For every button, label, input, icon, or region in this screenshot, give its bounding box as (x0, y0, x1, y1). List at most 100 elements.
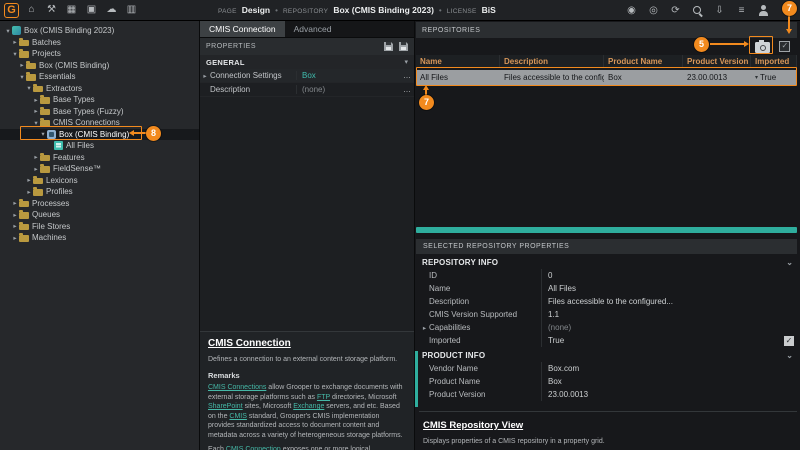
repo-table-row[interactable]: All FilesFiles accessible to the configu… (416, 70, 797, 85)
topbar-right-icons: ◉ ◎ ⟳ ⇩ ≡ (625, 2, 770, 19)
column-header-imported[interactable]: Imported (751, 55, 797, 67)
tree-expand-icon[interactable]: ▸ (11, 211, 19, 219)
grid-row-imported[interactable]: ImportedTrue✓ (420, 334, 797, 347)
repository-value[interactable]: Box (CMIS Binding 2023) (333, 5, 434, 15)
tree-item-profiles[interactable]: ▸Profiles (0, 186, 199, 198)
ellipsis-button[interactable]: … (400, 71, 414, 80)
tree-item-label: Base Types (Fuzzy) (53, 107, 124, 116)
tree-collapse-icon[interactable]: ▾ (4, 27, 12, 35)
tab-cmis-connection[interactable]: CMIS Connection (200, 21, 285, 37)
stop-icon[interactable]: ◎ (647, 3, 660, 19)
tree-expand-icon[interactable]: ▸ (11, 234, 19, 242)
tree-item-machines[interactable]: ▸Machines (0, 232, 199, 244)
vertical-scrollbar-thumb[interactable] (415, 351, 418, 407)
run-icon[interactable]: ◉ (625, 3, 638, 19)
help-link[interactable]: CMIS (229, 413, 247, 420)
tree-item-all-files[interactable]: All Files (0, 140, 199, 152)
home-icon[interactable]: ⌂ (25, 2, 38, 18)
collapse-general-icon[interactable]: ▾ (404, 58, 408, 66)
tree-item-cmis-connections[interactable]: ▾CMIS Connections (0, 117, 199, 129)
help-link[interactable]: CMIS Connection (226, 446, 281, 450)
grid-row-name[interactable]: NameAll Files (420, 282, 797, 295)
group-header-repository-info[interactable]: REPOSITORY INFO⌄ (420, 256, 797, 269)
search-icon[interactable] (691, 3, 704, 19)
column-header-description[interactable]: Description (500, 55, 604, 67)
tree-item-box-cmis-binding-2023[interactable]: ▾Box (CMIS Binding 2023) (0, 25, 199, 37)
help-link[interactable]: Exchange (293, 403, 324, 410)
refresh-icon[interactable]: ⟳ (669, 3, 682, 19)
help-link[interactable]: SharePoint (208, 403, 243, 410)
collapse-icon[interactable]: ⌄ (786, 351, 793, 360)
save-icon[interactable] (384, 42, 393, 51)
grid-row-id[interactable]: ID0 (420, 269, 797, 282)
tree-item-base-types[interactable]: ▸Base Types (0, 94, 199, 106)
page-value[interactable]: Design (242, 5, 270, 15)
topbar-left-icons: ⌂ ⚒ ▦ ▣ ☁ ▥ (25, 2, 138, 18)
grid-row-vendor-name[interactable]: Vendor NameBox.com (420, 362, 797, 375)
tools-icon[interactable]: ⚒ (45, 2, 58, 18)
tree-item-batches[interactable]: ▸Batches (0, 37, 199, 49)
grid-row-product-name[interactable]: Product NameBox (420, 375, 797, 388)
tree-collapse-icon[interactable]: ▾ (11, 50, 19, 58)
help-link[interactable]: FTP (317, 394, 330, 401)
download-icon[interactable]: ⇩ (713, 3, 726, 19)
grooper-logo-icon[interactable]: G (4, 3, 19, 18)
save-all-icon[interactable] (399, 42, 408, 51)
user-icon[interactable] (757, 3, 770, 19)
property-row-connection-settings[interactable]: ▸Connection SettingsBox… (200, 69, 414, 83)
tree-expand-icon[interactable]: ▸ (11, 222, 19, 230)
tree-collapse-icon[interactable]: ▾ (25, 84, 33, 92)
help-link[interactable]: CMIS Connections (208, 384, 266, 391)
grid-row-capabilities[interactable]: ▸Capabilities(none) (420, 321, 797, 334)
expand-icon[interactable]: ▸ (420, 324, 429, 332)
cloud-icon[interactable]: ☁ (105, 2, 118, 18)
tree-item-extractors[interactable]: ▾Extractors (0, 83, 199, 95)
tree-expand-icon[interactable]: ▸ (11, 38, 19, 46)
tree-collapse-icon[interactable]: ▾ (18, 73, 26, 81)
tree-item-projects[interactable]: ▾Projects (0, 48, 199, 60)
grid-row-cmis-version-supported[interactable]: CMIS Version Supported1.1 (420, 308, 797, 321)
stats-icon[interactable]: ▥ (125, 2, 138, 18)
horizontal-scrollbar[interactable] (416, 227, 797, 233)
property-row-description[interactable]: Description(none)… (200, 83, 414, 97)
tree-expand-icon[interactable]: ▸ (32, 96, 40, 104)
collapse-icon[interactable]: ⌄ (786, 258, 793, 267)
tree-item-queues[interactable]: ▸Queues (0, 209, 199, 221)
filter-dropdown-icon[interactable]: ▾ (755, 74, 758, 81)
tree-expand-icon[interactable]: ▸ (32, 107, 40, 115)
tree-item-processes[interactable]: ▸Processes (0, 198, 199, 210)
imported-checkbox[interactable]: ✓ (784, 336, 794, 346)
tree-collapse-icon[interactable]: ▾ (32, 119, 40, 127)
import-repository-icon[interactable] (779, 41, 790, 52)
stack-icon[interactable]: ≡ (735, 3, 748, 19)
group-header-product-info[interactable]: PRODUCT INFO⌄ (420, 349, 797, 362)
tree-expand-icon[interactable]: ▸ (18, 61, 26, 69)
tree-expand-icon[interactable]: ▸ (25, 188, 33, 196)
tree-item-fieldsense[interactable]: ▸FieldSense™ (0, 163, 199, 175)
column-header-name[interactable]: Name (416, 55, 500, 67)
tree-expand-icon[interactable]: ▸ (32, 165, 40, 173)
tree-item-lexicons[interactable]: ▸Lexicons (0, 175, 199, 187)
tree-item-box-cmis-binding[interactable]: ▸ Box (CMIS Binding) (0, 60, 199, 72)
column-header-product-name[interactable]: Product Name (604, 55, 683, 67)
tree-expand-icon[interactable]: ▸ (11, 199, 19, 207)
tree-item-file-stores[interactable]: ▸File Stores (0, 221, 199, 233)
tree-item-box-cmis-binding[interactable]: ▾Box (CMIS Binding) (0, 129, 199, 141)
tree-collapse-icon[interactable]: ▾ (39, 130, 47, 138)
ellipsis-button[interactable]: … (400, 85, 414, 94)
expand-icon[interactable]: ▸ (200, 72, 210, 80)
tab-advanced[interactable]: Advanced (285, 21, 341, 37)
batches-icon[interactable]: ▦ (65, 2, 78, 18)
snapshot-camera-icon[interactable] (755, 42, 770, 53)
grid-row-product-version[interactable]: Product Version23.00.0013 (420, 388, 797, 401)
tree-item-essentials[interactable]: ▾Essentials (0, 71, 199, 83)
general-section-header[interactable]: GENERAL ▾ (200, 55, 414, 69)
column-header-product-version[interactable]: Product Version (683, 55, 751, 67)
grid-row-description[interactable]: DescriptionFiles accessible to the confi… (420, 295, 797, 308)
tree-item-features[interactable]: ▸Features (0, 152, 199, 164)
tree-expand-icon[interactable]: ▸ (25, 176, 33, 184)
tree-item-label: Box (CMIS Binding) (39, 61, 109, 70)
tree-expand-icon[interactable]: ▸ (32, 153, 40, 161)
tree-item-base-types-fuzzy[interactable]: ▸ Base Types (Fuzzy) (0, 106, 199, 118)
stores-icon[interactable]: ▣ (85, 2, 98, 18)
